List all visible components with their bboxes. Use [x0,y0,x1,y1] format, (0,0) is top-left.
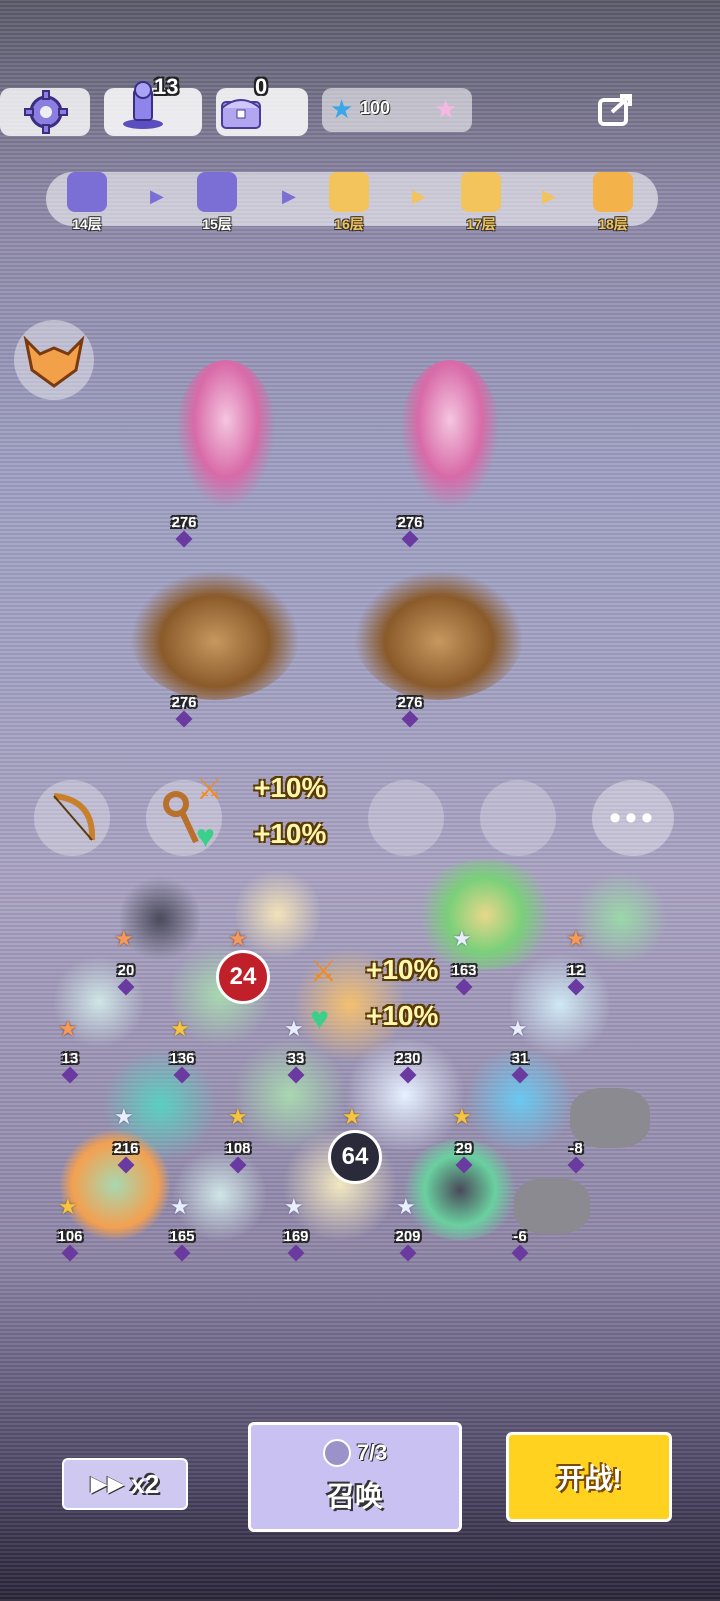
rock-obstacle [570,1088,650,1148]
share-button[interactable] [594,88,638,132]
star-currency-bar[interactable]: ★ 100 ★ [322,88,472,132]
star-icon: ★ [452,1104,472,1129]
star-icon: ★ [170,1194,190,1219]
star-icon: ★ [508,1016,528,1041]
hero-level: 33 [266,1050,326,1084]
hero-level: 13 [40,1050,100,1084]
hero-level: 230 [378,1050,438,1084]
crystal-icon [322,1439,351,1467]
star-icon: ★ [452,926,472,951]
enemy-lady[interactable] [400,360,500,510]
enemy-level: 276 [154,694,214,728]
cleared-floor-icon [197,172,237,212]
chest-count: 0 [255,74,268,99]
hero-level: -6 [490,1228,550,1262]
hero-unit[interactable] [236,866,320,962]
hero-level: 169 [266,1228,326,1262]
merge-count-badge: 24 [216,950,270,1004]
share-icon [598,94,632,126]
heart-buff-icon: ♥ [310,1000,329,1036]
rock-obstacle [514,1178,590,1234]
hero-level: 20 [96,962,156,996]
hero-level: 163 [434,962,494,996]
heart-buff-icon: ♥ [196,818,215,854]
start-battle-button[interactable]: 开战! [506,1432,672,1522]
star-amount: 100 [360,98,391,118]
hero-level: -8 [546,1140,606,1174]
blue-star-icon: ★ [330,94,354,124]
bow-synergy-slot[interactable] [34,780,110,856]
field-heart-buff: +10% [366,1000,439,1031]
attack-buff-icon: ⚔ [310,955,337,988]
enemy-catfish[interactable] [354,570,524,700]
hero-level: 108 [208,1140,268,1174]
star-icon: ★ [228,926,248,951]
crossed-swords-icon [461,172,501,212]
empty-synergy-slot[interactable] [480,780,556,856]
star-icon: ★ [228,1104,248,1129]
star-icon: ★ [114,1104,134,1129]
hero-level: 209 [378,1228,438,1262]
summon-label: 召唤 [326,1481,383,1512]
more-button[interactable]: ••• [592,780,674,856]
trophy-count: 13 [154,74,179,99]
gear-icon [24,90,68,134]
hero-level: 29 [434,1140,494,1174]
empty-synergy-slot[interactable] [368,780,444,856]
arrow-icon: ▶ [412,186,426,206]
star-icon: ★ [284,1194,304,1219]
star-icon: ★ [170,1016,190,1041]
speed-button[interactable]: ▶▶ x2 [62,1458,188,1510]
start-label: 开战! [556,1463,622,1494]
enemy-level: 276 [380,694,440,728]
pink-star-icon: ★ [434,94,458,124]
speed-label: x2 [130,1468,160,1499]
summon-cost: 7/3 [356,1440,388,1465]
star-icon: ★ [58,1194,78,1219]
summon-button[interactable]: 7/3 召唤 [248,1422,462,1532]
hero-level: 12 [546,962,606,996]
star-icon: ★ [284,1016,304,1041]
star-icon: ★ [114,926,134,951]
hero-unit[interactable] [576,870,666,966]
floor-16: 16层 [314,172,384,234]
hero-level: 136 [152,1050,212,1084]
arrow-icon: ▶ [282,186,296,206]
attack-buff-icon: ⚔ [196,773,223,806]
hero-level: 165 [152,1228,212,1262]
enemy-catfish[interactable] [130,570,300,700]
ellipsis-icon: ••• [609,799,657,837]
floor-15: 15层 [182,172,252,234]
hero-level: 216 [96,1140,156,1174]
floor-17: 17层 [446,172,516,234]
arrow-icon: ▶ [150,186,164,206]
cleared-floor-icon [67,172,107,212]
arrow-icon: ▶ [542,186,556,206]
attack-buff-value: +10% [254,772,327,803]
field-attack-buff: +10% [366,954,439,985]
bow-icon [53,793,96,841]
crossed-swords-icon [329,172,369,212]
floor-14: 14层 [52,172,122,234]
enemy-level: 276 [380,514,440,548]
hero-field [40,860,680,1260]
star-icon: ★ [396,1194,416,1219]
trophy-counter[interactable] [104,81,202,136]
merge-count-badge: 64 [328,1130,382,1184]
settings-button[interactable] [0,88,90,136]
reward-chest-icon [593,172,633,212]
hero-level: 31 [490,1050,550,1084]
star-icon: ★ [342,1104,362,1129]
fast-forward-icon: ▶▶ [90,1471,125,1496]
star-icon: ★ [58,1016,78,1041]
enemy-level: 276 [154,514,214,548]
hero-level: 106 [40,1228,100,1262]
enemy-faction-badge[interactable] [14,320,94,400]
horned-mask-icon [23,335,85,388]
star-icon: ★ [566,926,586,951]
floor-18: 18层 [578,172,648,234]
enemy-lady[interactable] [176,360,276,510]
heart-buff-value: +10% [254,818,327,849]
